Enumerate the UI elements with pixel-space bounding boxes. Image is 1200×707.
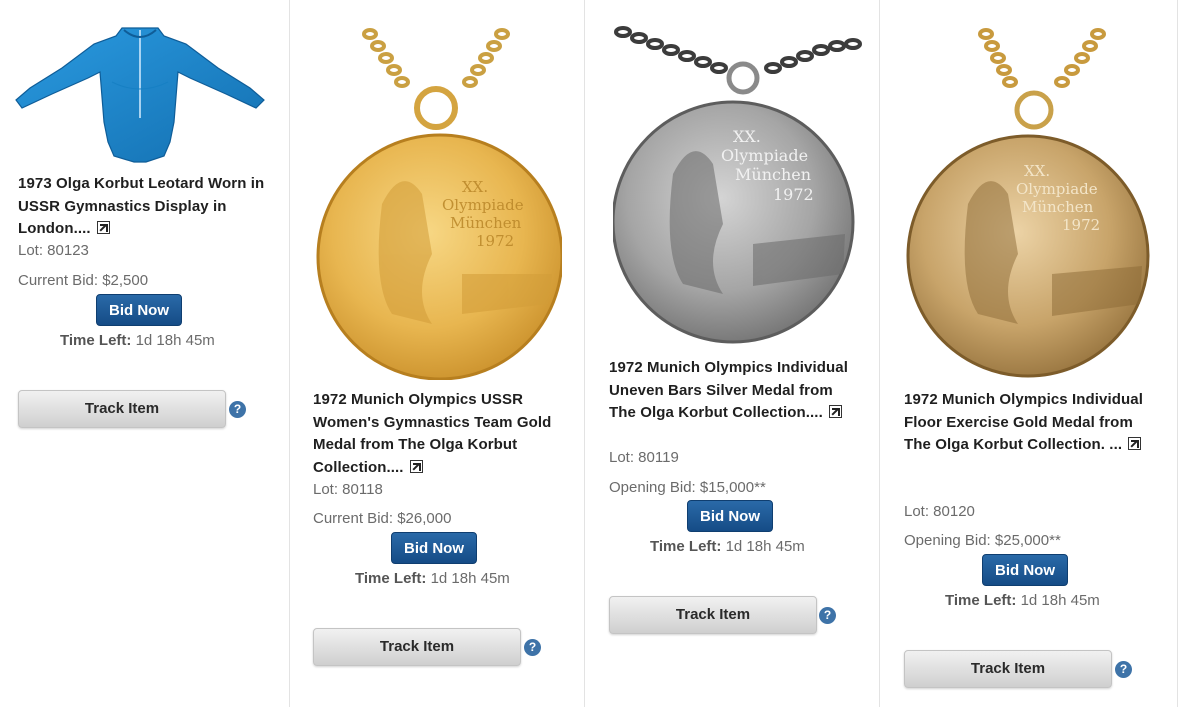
external-link-icon[interactable] — [409, 459, 423, 473]
lot-number: Lot: 80118 — [313, 481, 383, 498]
medal-text-xx: XX. — [1024, 162, 1050, 180]
lot-number: Lot: 80123 — [18, 242, 89, 259]
gold-medal-image[interactable]: XX. Olympiade München 1972 — [902, 24, 1154, 382]
leotard-image[interactable] — [14, 22, 266, 164]
time-left-value: 1d 18h 45m — [135, 332, 215, 349]
time-left: Time Left: 1d 18h 45m — [945, 592, 1100, 609]
current-bid: Current Bid: $26,000 — [313, 510, 452, 527]
help-icon[interactable]: ? — [524, 639, 541, 656]
time-left-value: 1d 18h 45m — [725, 538, 805, 555]
lot-title[interactable]: 1972 Munich Olympics Individual Uneven B… — [609, 357, 859, 425]
lot-number: Lot: 80120 — [904, 503, 975, 520]
lot-card-80123: 1973 Olga Korbut Leotard Worn in USSR Gy… — [0, 0, 290, 707]
track-item-button[interactable]: Track Item — [313, 628, 521, 666]
lot-title[interactable]: 1973 Olga Korbut Leotard Worn in USSR Gy… — [18, 173, 276, 241]
time-left-label: Time Left: — [60, 332, 132, 349]
lot-card-80118: XX. Olympiade München 1972 1972 Munich O… — [290, 0, 585, 707]
medal-text-olympiade: Olympiade — [721, 146, 808, 165]
external-link-icon[interactable] — [1128, 437, 1142, 450]
opening-bid: Opening Bid: $15,000** — [609, 479, 766, 496]
medal-text-munchen: München — [450, 214, 522, 232]
track-item-button[interactable]: Track Item — [609, 596, 817, 634]
time-left: Time Left: 1d 18h 45m — [650, 538, 805, 555]
track-item-button[interactable]: Track Item — [18, 390, 226, 428]
time-left-label: Time Left: — [355, 570, 427, 587]
bid-now-button[interactable]: Bid Now — [391, 532, 477, 564]
gold-medal-image[interactable]: XX. Olympiade München 1972 — [312, 24, 562, 380]
bid-now-button[interactable]: Bid Now — [687, 500, 773, 532]
medal-text-munchen: München — [1022, 198, 1094, 216]
help-icon[interactable]: ? — [229, 401, 246, 418]
medal-text-xx: XX. — [462, 178, 488, 196]
auction-results-grid: 1973 Olga Korbut Leotard Worn in USSR Gy… — [0, 0, 1200, 707]
track-item-button[interactable]: Track Item — [904, 650, 1112, 688]
lot-title[interactable]: 1972 Munich Olympics Individual Floor Ex… — [904, 389, 1154, 457]
external-link-icon[interactable] — [96, 221, 110, 234]
time-left: Time Left: 1d 18h 45m — [60, 332, 215, 349]
time-left-label: Time Left: — [650, 538, 722, 555]
medal-text-olympiade: Olympiade — [442, 196, 524, 214]
external-link-icon[interactable] — [828, 405, 842, 418]
time-left-value: 1d 18h 45m — [1020, 592, 1100, 609]
bid-now-button[interactable]: Bid Now — [96, 294, 182, 326]
bid-now-button[interactable]: Bid Now — [982, 554, 1068, 586]
help-icon[interactable]: ? — [819, 607, 836, 624]
medal-text-xx: XX. — [733, 127, 761, 146]
opening-bid: Opening Bid: $25,000** — [904, 532, 1061, 549]
time-left-value: 1d 18h 45m — [430, 570, 510, 587]
medal-text-year: 1972 — [773, 185, 814, 204]
lot-title[interactable]: 1972 Munich Olympics USSR Women's Gymnas… — [313, 389, 571, 479]
medal-text-year: 1972 — [476, 232, 514, 250]
time-left: Time Left: 1d 18h 45m — [355, 570, 510, 587]
lot-card-80119: XX. Olympiade München 1972 1972 Munich O… — [585, 0, 880, 707]
time-left-label: Time Left: — [945, 592, 1017, 609]
medal-text-munchen: München — [735, 165, 811, 184]
lot-number: Lot: 80119 — [609, 449, 679, 466]
medal-text-year: 1972 — [1062, 216, 1100, 234]
help-icon[interactable]: ? — [1115, 661, 1132, 678]
current-bid: Current Bid: $2,500 — [18, 272, 149, 289]
medal-text-olympiade: Olympiade — [1016, 180, 1098, 198]
lot-card-80120: XX. Olympiade München 1972 1972 Munich O… — [880, 0, 1178, 707]
silver-medal-image[interactable]: XX. Olympiade München 1972 — [613, 24, 863, 346]
